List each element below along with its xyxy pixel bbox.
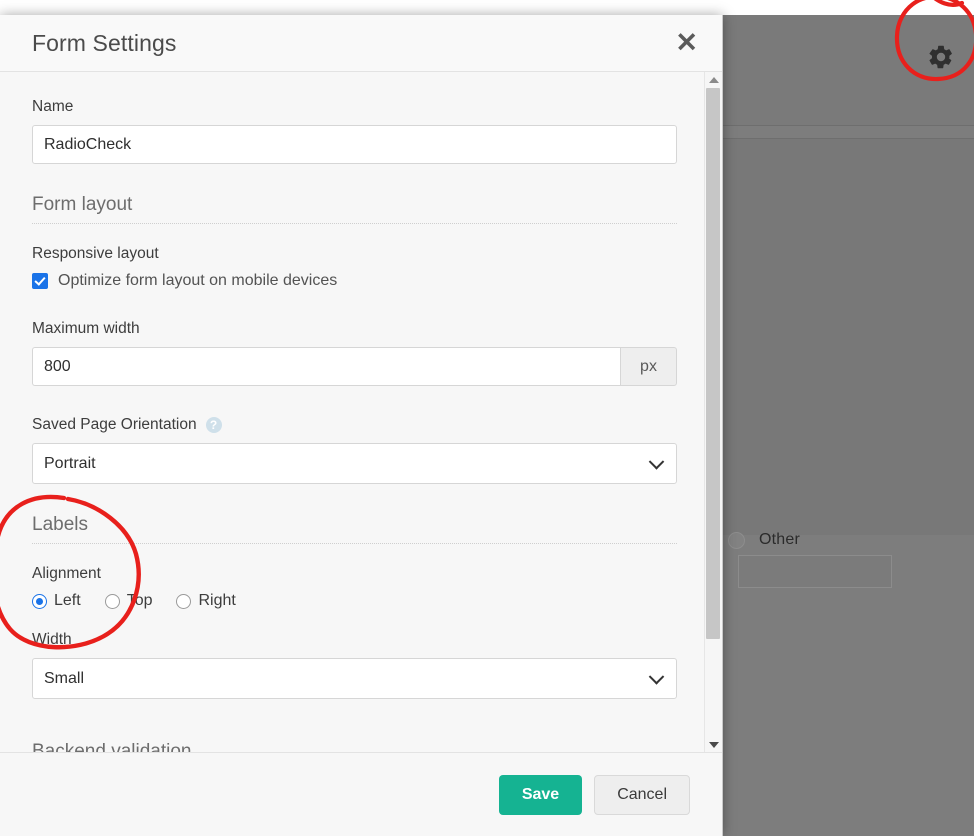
maximum-width-label: Maximum width [32, 320, 673, 338]
gear-icon[interactable] [925, 41, 957, 73]
save-button[interactable]: Save [499, 775, 582, 815]
labels-section-heading: Labels [32, 514, 677, 544]
page-title: Form Settings [32, 30, 176, 57]
radio-icon[interactable] [32, 594, 47, 609]
maximum-width-input-group: px [32, 347, 677, 386]
scroll-up-arrow-icon[interactable] [705, 72, 722, 87]
close-icon[interactable]: ✕ [675, 30, 698, 57]
background-radio-other[interactable]: Other [728, 531, 800, 549]
checkbox-icon[interactable] [32, 273, 48, 289]
radio-alignment-top-label: Top [127, 592, 153, 610]
radio-alignment-right-label: Right [198, 592, 235, 610]
chevron-down-icon [649, 454, 665, 470]
modal-header: Form Settings ✕ [0, 15, 722, 72]
labels-width-label: Width [32, 631, 673, 649]
form-settings-modal: Form Settings ✕ Name Form layout Respons… [0, 15, 723, 836]
labels-width-select[interactable]: Small [32, 658, 677, 699]
saved-page-orientation-select[interactable]: Portrait [32, 443, 677, 484]
scrollbar-thumb[interactable] [706, 88, 720, 639]
alignment-radio-group: Left Top Right [32, 592, 673, 610]
backend-validation-section-heading: Backend validation [32, 741, 673, 752]
modal-scrollbar[interactable] [704, 72, 722, 752]
saved-page-orientation-value: Portrait [44, 455, 96, 473]
modal-body: Name Form layout Responsive layout Optim… [0, 72, 705, 752]
radio-icon[interactable] [176, 594, 191, 609]
modal-body-wrapper: Name Form layout Responsive layout Optim… [0, 72, 722, 752]
cancel-button[interactable]: Cancel [594, 775, 690, 815]
radio-alignment-left-label: Left [54, 592, 81, 610]
radio-icon[interactable] [728, 532, 745, 549]
help-icon[interactable]: ? [206, 417, 222, 433]
background-other-text-input[interactable] [738, 555, 892, 588]
radio-alignment-left[interactable]: Left [32, 592, 81, 610]
radio-alignment-top[interactable]: Top [105, 592, 153, 610]
scroll-down-arrow-icon[interactable] [705, 737, 722, 752]
radio-icon[interactable] [105, 594, 120, 609]
maximum-width-unit-addon: px [620, 347, 677, 386]
alignment-label: Alignment [32, 565, 673, 583]
name-field-label: Name [32, 98, 673, 116]
maximum-width-input[interactable] [32, 347, 620, 386]
name-input[interactable] [32, 125, 677, 164]
optimize-mobile-checkbox-label: Optimize form layout on mobile devices [58, 272, 337, 290]
saved-page-orientation-label: Saved Page Orientation [32, 416, 197, 434]
form-layout-section-heading: Form layout [32, 194, 677, 224]
optimize-mobile-checkbox-row[interactable]: Optimize form layout on mobile devices [32, 272, 673, 290]
saved-page-orientation-label-row: Saved Page Orientation ? [32, 416, 673, 434]
responsive-layout-label: Responsive layout [32, 245, 673, 263]
background-radio-label: Other [759, 531, 800, 549]
chevron-down-icon [649, 669, 665, 685]
radio-alignment-right[interactable]: Right [176, 592, 235, 610]
labels-width-value: Small [44, 670, 84, 688]
modal-footer: Save Cancel [0, 752, 722, 836]
